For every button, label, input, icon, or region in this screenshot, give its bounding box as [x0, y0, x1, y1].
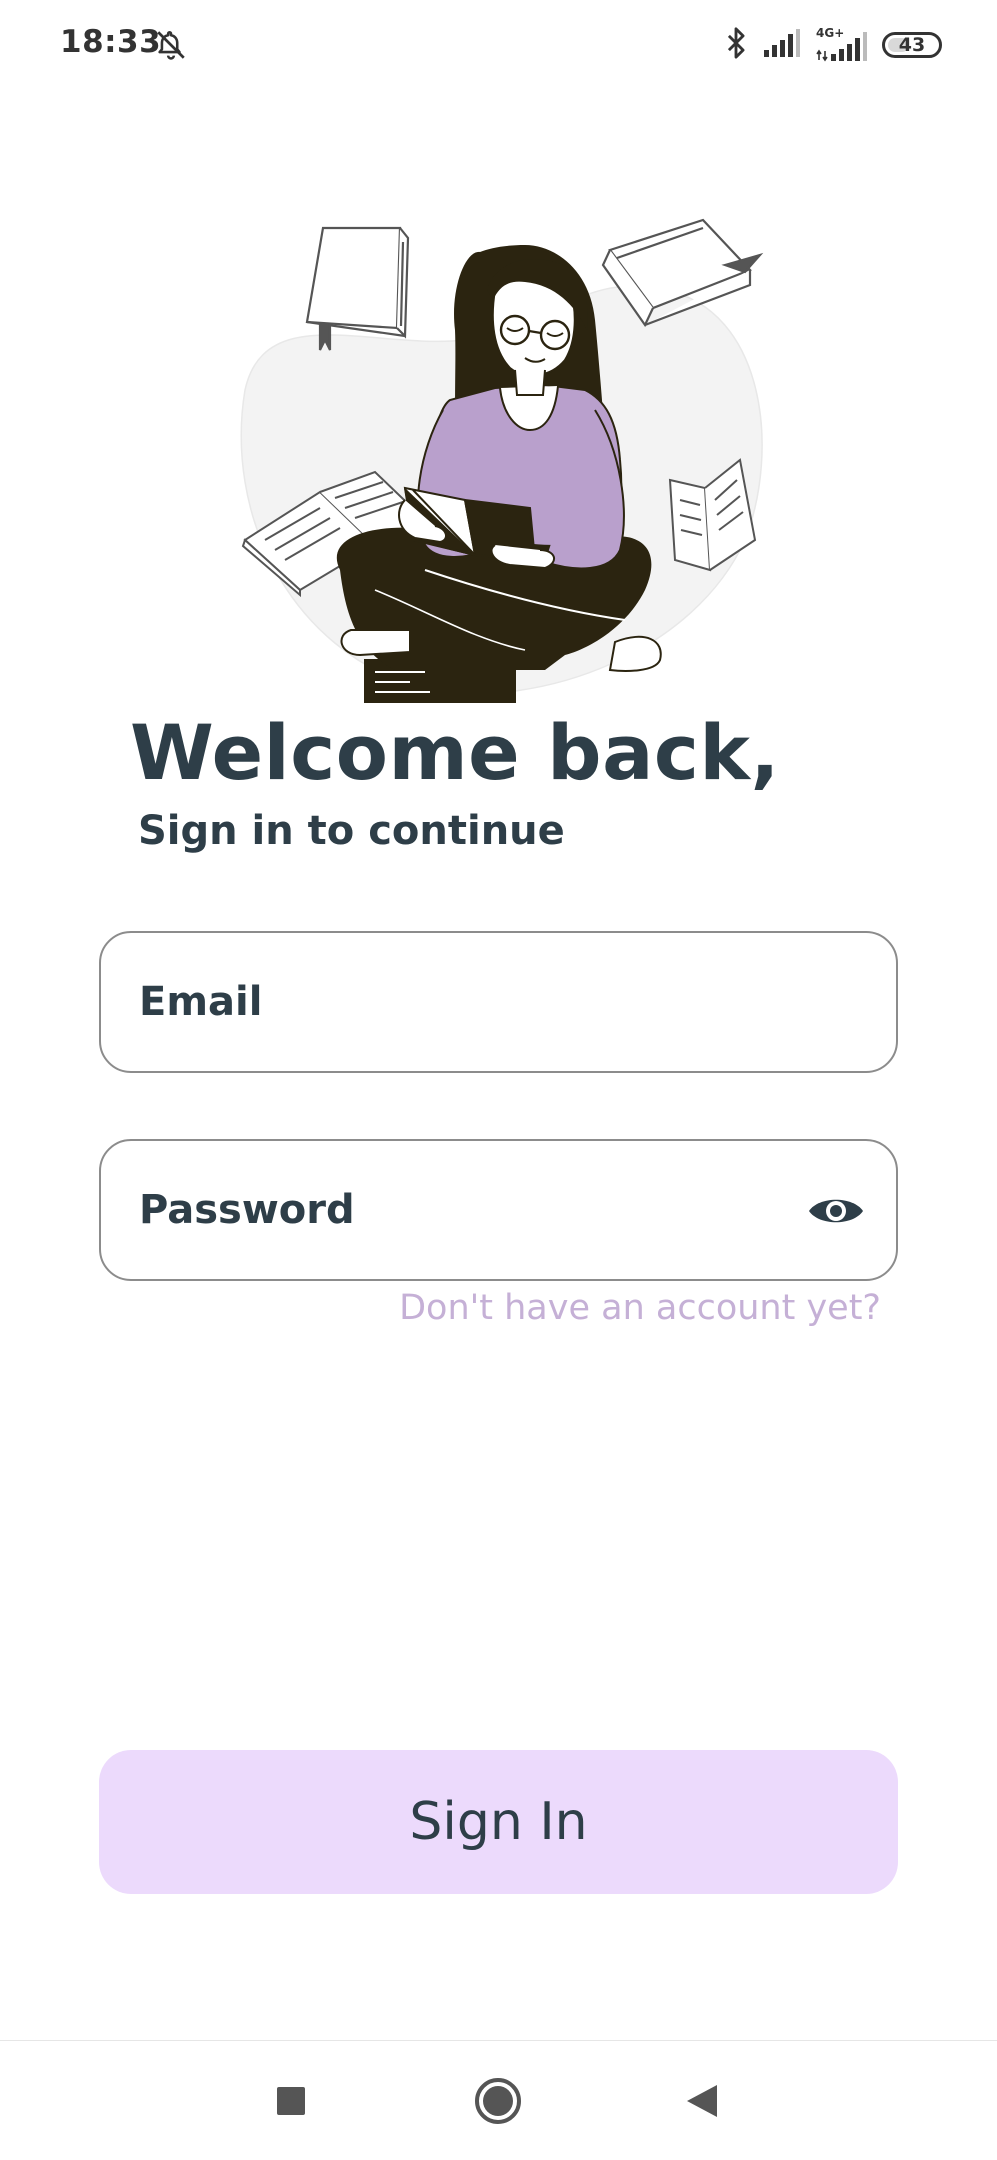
signal-icon	[762, 28, 802, 62]
email-field[interactable]	[139, 933, 799, 1071]
circle-icon[interactable]	[466, 2069, 530, 2133]
password-field[interactable]	[139, 1141, 799, 1279]
bell-off-icon	[154, 28, 188, 66]
status-icons: 4G+ 43	[724, 26, 942, 64]
status-bar: 18:33 4G+ 43	[0, 0, 997, 90]
eye-icon[interactable]	[806, 1183, 866, 1239]
status-time: 18:33	[60, 24, 162, 60]
square-icon[interactable]	[259, 2069, 323, 2133]
book-icon	[305, 226, 410, 351]
page-subtitle: Sign in to continue	[138, 808, 565, 854]
sign-in-button[interactable]: Sign In	[99, 1750, 898, 1894]
battery-percent: 43	[898, 34, 926, 56]
signup-link[interactable]: Don't have an account yet?	[399, 1288, 881, 1328]
mobile-data-indicator: 4G+	[816, 26, 868, 62]
page-title: Welcome back,	[130, 708, 780, 797]
reading-woman-illustration	[225, 210, 785, 710]
battery-icon: 43	[882, 32, 942, 58]
password-field-container[interactable]	[99, 1139, 898, 1281]
system-navigation-bar	[0, 2041, 997, 2160]
network-type-label: 4G+	[816, 26, 845, 40]
triangle-back-icon[interactable]	[670, 2069, 734, 2133]
bluetooth-icon	[724, 26, 748, 64]
email-field-container[interactable]	[99, 931, 898, 1073]
